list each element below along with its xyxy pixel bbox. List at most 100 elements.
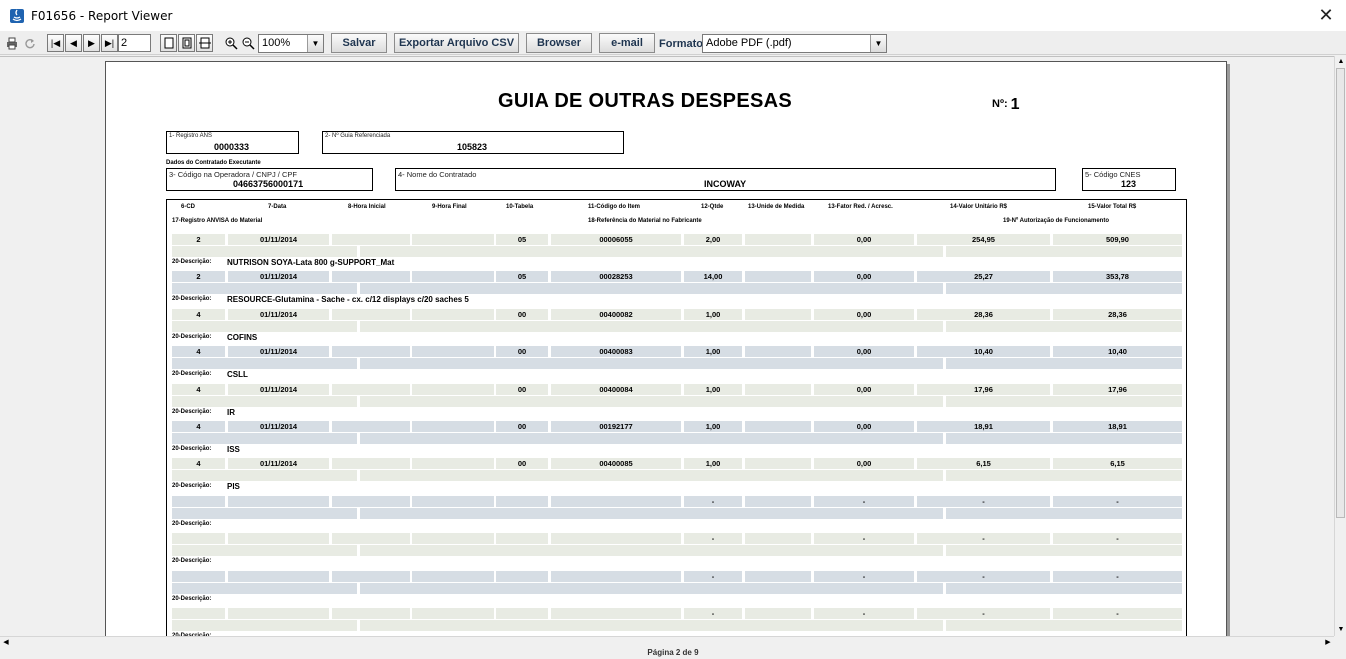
window-titlebar: F01656 - Report Viewer ✕ (0, 0, 1346, 31)
table-cell-unit: - (917, 570, 1050, 582)
table-cell-secondary (946, 620, 1182, 631)
last-page-button[interactable]: ▶| (101, 34, 118, 52)
table-cell (745, 495, 811, 507)
table-cell-data (228, 608, 329, 619)
next-page-button[interactable]: ▶ (83, 34, 100, 52)
table-cell-unit: - (917, 608, 1050, 619)
print-icon[interactable] (3, 34, 20, 52)
table-cell-codigo (551, 533, 681, 545)
table-cell-tabela: 05 (496, 234, 548, 245)
table-cell (412, 234, 494, 245)
actual-size-button[interactable] (160, 34, 177, 52)
format-select[interactable]: Adobe PDF (.pdf) ▼ (702, 34, 887, 53)
report-viewport[interactable]: GUIA DE OUTRAS DESPESAS Nº: 1 1- Registro… (0, 56, 1334, 636)
table-cell (745, 421, 811, 432)
email-button[interactable]: e-mail (599, 33, 655, 53)
report-number: Nº: 1 (992, 94, 1020, 113)
table-cell-unit: 10,40 (917, 346, 1050, 358)
header-ref-fabricante: 18-Referência do Material no Fabricante (588, 218, 702, 224)
horizontal-scrollbar[interactable]: ◀ ▶ (0, 636, 1334, 647)
table-cell-secondary (172, 470, 357, 482)
description-value: ISS (227, 445, 240, 454)
table-cell-cd: 4 (172, 346, 225, 358)
guia-referenciada-value: 105823 (457, 142, 488, 152)
close-window-button[interactable]: ✕ (1316, 5, 1336, 25)
browser-button[interactable]: Browser (526, 33, 592, 53)
zoom-select[interactable]: 100% ▼ (258, 34, 324, 53)
table-cell-total: 10,40 (1053, 346, 1182, 358)
table-cell-qtde: - (684, 495, 742, 507)
vertical-scroll-thumb[interactable] (1336, 68, 1345, 518)
cnes-label: 5- Código CNES (1085, 170, 1141, 179)
table-cell (745, 234, 811, 245)
table-cell-secondary (946, 507, 1182, 519)
first-page-button[interactable]: |◀ (47, 34, 64, 52)
table-cell-qtde: 1,00 (684, 308, 742, 320)
header-tabela: 10-Tabela (506, 204, 534, 210)
registro-ans-box: 1- Registro ANS 0000333 (166, 131, 299, 154)
cnes-box: 5- Código CNES 123 (1082, 168, 1176, 191)
refresh-icon[interactable] (21, 34, 38, 52)
table-cell-unit: 25,27 (917, 271, 1050, 283)
table-cell-total: 509,90 (1053, 234, 1182, 245)
description-label: 20-Descrição: (172, 483, 212, 490)
nome-contratado-box: 4- Nome do Contratado INCOWAY (395, 168, 1056, 191)
table-cell (412, 346, 494, 358)
table-cell (745, 271, 811, 283)
table-cell-total: 18,91 (1053, 421, 1182, 432)
previous-page-icon: ◀ (70, 37, 77, 48)
table-cell-secondary (360, 395, 943, 407)
table-cell-cd: 4 (172, 308, 225, 320)
table-cell-fator: 0,00 (814, 421, 914, 432)
header-hora-final: 9-Hora Final (432, 204, 467, 210)
table-cell-secondary (360, 246, 943, 257)
contratado-section-label: Dados do Contratado Executante (166, 160, 261, 166)
table-cell (332, 458, 410, 470)
table-cell-unit: - (917, 533, 1050, 545)
zoom-out-icon[interactable] (240, 34, 257, 52)
description-label: 20-Descrição: (172, 446, 212, 452)
format-label: Formato: (659, 38, 707, 50)
table-cell (332, 383, 410, 395)
table-cell-fator: - (814, 608, 914, 619)
page-number-input[interactable]: 2 (118, 34, 151, 52)
table-cell-unit: 6,15 (917, 458, 1050, 470)
table-cell-qtde: - (684, 533, 742, 545)
table-cell (745, 533, 811, 545)
page-fit-icon (182, 37, 191, 49)
fit-page-button[interactable] (178, 34, 195, 52)
table-cell-secondary (360, 433, 943, 444)
fit-width-button[interactable] (196, 34, 213, 52)
zoom-in-icon[interactable] (223, 34, 240, 52)
table-cell-data: 01/11/2014 (228, 383, 329, 395)
table-cell-tabela (496, 495, 548, 507)
export-csv-button[interactable]: Exportar Arquivo CSV (394, 33, 519, 53)
table-cell-secondary (172, 246, 357, 257)
table-cell-unit: 17,96 (917, 383, 1050, 395)
table-cell-secondary (172, 582, 357, 594)
table-cell-secondary (172, 433, 357, 444)
table-cell-secondary (946, 582, 1182, 594)
table-cell-data (228, 570, 329, 582)
previous-page-button[interactable]: ◀ (65, 34, 82, 52)
table-cell (745, 383, 811, 395)
zoom-value: 100% (262, 37, 291, 49)
table-cell-tabela (496, 533, 548, 545)
table-cell-qtde: 1,00 (684, 346, 742, 358)
description-label: 20-Descrição: (172, 595, 212, 602)
description-value: RESOURCE-Glutamina - Sache - cx. c/12 di… (227, 295, 469, 305)
table-cell-qtde: 1,00 (684, 383, 742, 395)
scroll-up-icon[interactable]: ▲ (1335, 56, 1346, 68)
table-cell-qtde: 2,00 (684, 234, 742, 245)
table-cell-cd: 2 (172, 234, 225, 245)
table-cell-cd (172, 495, 225, 507)
save-button[interactable]: Salvar (331, 33, 387, 53)
chevron-down-icon: ▼ (307, 35, 323, 52)
table-cell-codigo (551, 495, 681, 507)
table-cell-secondary (360, 620, 943, 631)
table-cell (332, 421, 410, 432)
table-cell (332, 308, 410, 320)
scroll-down-icon[interactable]: ▼ (1335, 624, 1346, 636)
vertical-scrollbar[interactable]: ▲ ▼ (1334, 56, 1346, 636)
table-cell-cd: 4 (172, 383, 225, 395)
